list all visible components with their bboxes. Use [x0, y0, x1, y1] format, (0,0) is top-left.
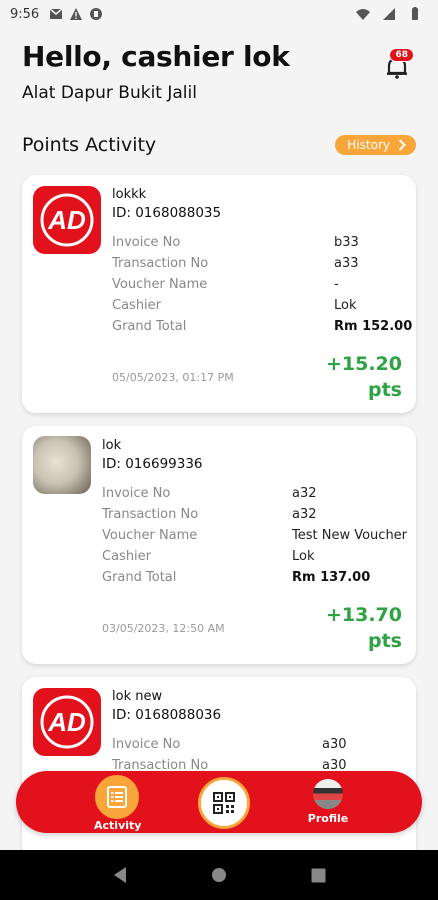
nav-activity[interactable]: Activity [94, 775, 142, 832]
voucher-row: Voucher Name Test New Voucher [102, 528, 407, 543]
customer-avatar [33, 436, 91, 494]
notification-badge: 68 [389, 48, 414, 62]
customer-id: ID: 016699336 [102, 456, 203, 472]
header: Hello, cashier lok Alat Dapur Bukit Jali… [22, 40, 416, 103]
system-navigation-bar [0, 850, 438, 900]
status-bar: 9:56 [0, 0, 438, 28]
merchant-logo: AD [33, 186, 101, 254]
invoice-row: Invoice No a30 [112, 737, 347, 752]
profile-avatar [313, 779, 343, 809]
transaction-row: Transaction No a33 [112, 256, 359, 271]
gmail-icon [49, 8, 63, 19]
voucher-row: Voucher Name - [112, 277, 339, 292]
activity-card[interactable]: AD lokkk ID: 0168088035 Invoice No b33 T… [22, 175, 416, 413]
signal-icon [383, 8, 395, 20]
cashier-row: Cashier Lok [102, 549, 315, 564]
customer-id: ID: 0168088035 [112, 205, 222, 221]
nav-profile-label: Profile [307, 812, 349, 825]
total-label: Grand Total [112, 319, 187, 334]
voucher-value: Test New Voucher [292, 528, 408, 543]
total-row: Grand Total Rm 152.00 [112, 319, 412, 334]
back-icon[interactable] [112, 866, 128, 884]
activity-icon [95, 775, 139, 819]
history-label: History [347, 138, 390, 152]
invoice-label: Invoice No [102, 486, 171, 501]
cashier-value: Lok [334, 298, 357, 313]
home-icon[interactable] [211, 867, 227, 883]
points-unit: pts [368, 630, 402, 652]
history-button[interactable]: History [335, 135, 416, 155]
points-earned: +15.20 pts [326, 351, 402, 403]
nav-profile[interactable]: Profile [300, 779, 356, 825]
warning-icon [70, 8, 83, 20]
total-row: Grand Total Rm 137.00 [102, 570, 370, 585]
recents-icon[interactable] [311, 868, 326, 883]
total-value: Rm 152.00 [334, 319, 413, 334]
customer-name: lok new [112, 689, 163, 704]
transaction-label: Transaction No [112, 256, 209, 271]
nav-activity-label: Activity [94, 819, 142, 832]
cashier-label: Cashier [102, 549, 152, 564]
app-icon [90, 8, 103, 20]
voucher-value: - [334, 277, 339, 292]
merchant-logo: AD [33, 688, 101, 756]
transaction-value: a32 [292, 507, 317, 522]
chevron-right-icon [398, 139, 406, 151]
svg-text:AD: AD [47, 707, 86, 737]
ad-logo-icon: AD [40, 193, 94, 247]
points-value: +15.20 [325, 353, 402, 375]
customer-name: lok [102, 438, 122, 453]
svg-text:AD: AD [47, 205, 86, 235]
section-title: Points Activity [22, 134, 157, 156]
points-unit: pts [368, 379, 402, 401]
invoice-value: b33 [334, 235, 359, 250]
points-earned: +13.70 pts [326, 602, 402, 654]
transaction-label: Transaction No [102, 507, 199, 522]
invoice-label: Invoice No [112, 235, 181, 250]
invoice-value: a30 [322, 737, 347, 752]
transaction-value: a33 [334, 256, 359, 271]
invoice-label: Invoice No [112, 737, 181, 752]
transaction-date: 05/05/2023, 01:17 PM [112, 371, 234, 384]
notification-button[interactable]: 68 [384, 48, 414, 79]
invoice-value: a32 [292, 486, 317, 501]
invoice-row: Invoice No a32 [102, 486, 317, 501]
activity-card[interactable]: lok ID: 016699336 Invoice No a32 Transac… [22, 426, 416, 664]
transaction-date: 03/05/2023, 12:50 AM [102, 622, 225, 635]
points-activity-header: Points Activity History [22, 134, 416, 156]
qr-code-icon [213, 792, 235, 814]
customer-id: ID: 0168088036 [112, 707, 222, 723]
total-value: Rm 137.00 [292, 570, 371, 585]
transaction-row: Transaction No a32 [102, 507, 317, 522]
status-time: 9:56 [10, 6, 40, 22]
bottom-navigation: Activity Profile [16, 771, 422, 833]
ad-logo-icon: AD [40, 695, 94, 749]
total-label: Grand Total [102, 570, 177, 585]
greeting-title: Hello, cashier lok [22, 40, 290, 73]
wifi-icon [356, 9, 370, 20]
voucher-label: Voucher Name [112, 277, 208, 292]
voucher-label: Voucher Name [102, 528, 198, 543]
cashier-value: Lok [292, 549, 315, 564]
scan-qr-button[interactable] [198, 777, 250, 829]
cashier-row: Cashier Lok [112, 298, 357, 313]
cashier-label: Cashier [112, 298, 162, 313]
invoice-row: Invoice No b33 [112, 235, 359, 250]
customer-name: lokkk [112, 187, 147, 202]
battery-icon [412, 7, 418, 20]
store-name: Alat Dapur Bukit Jalil [22, 83, 197, 103]
points-value: +13.70 [325, 604, 402, 626]
